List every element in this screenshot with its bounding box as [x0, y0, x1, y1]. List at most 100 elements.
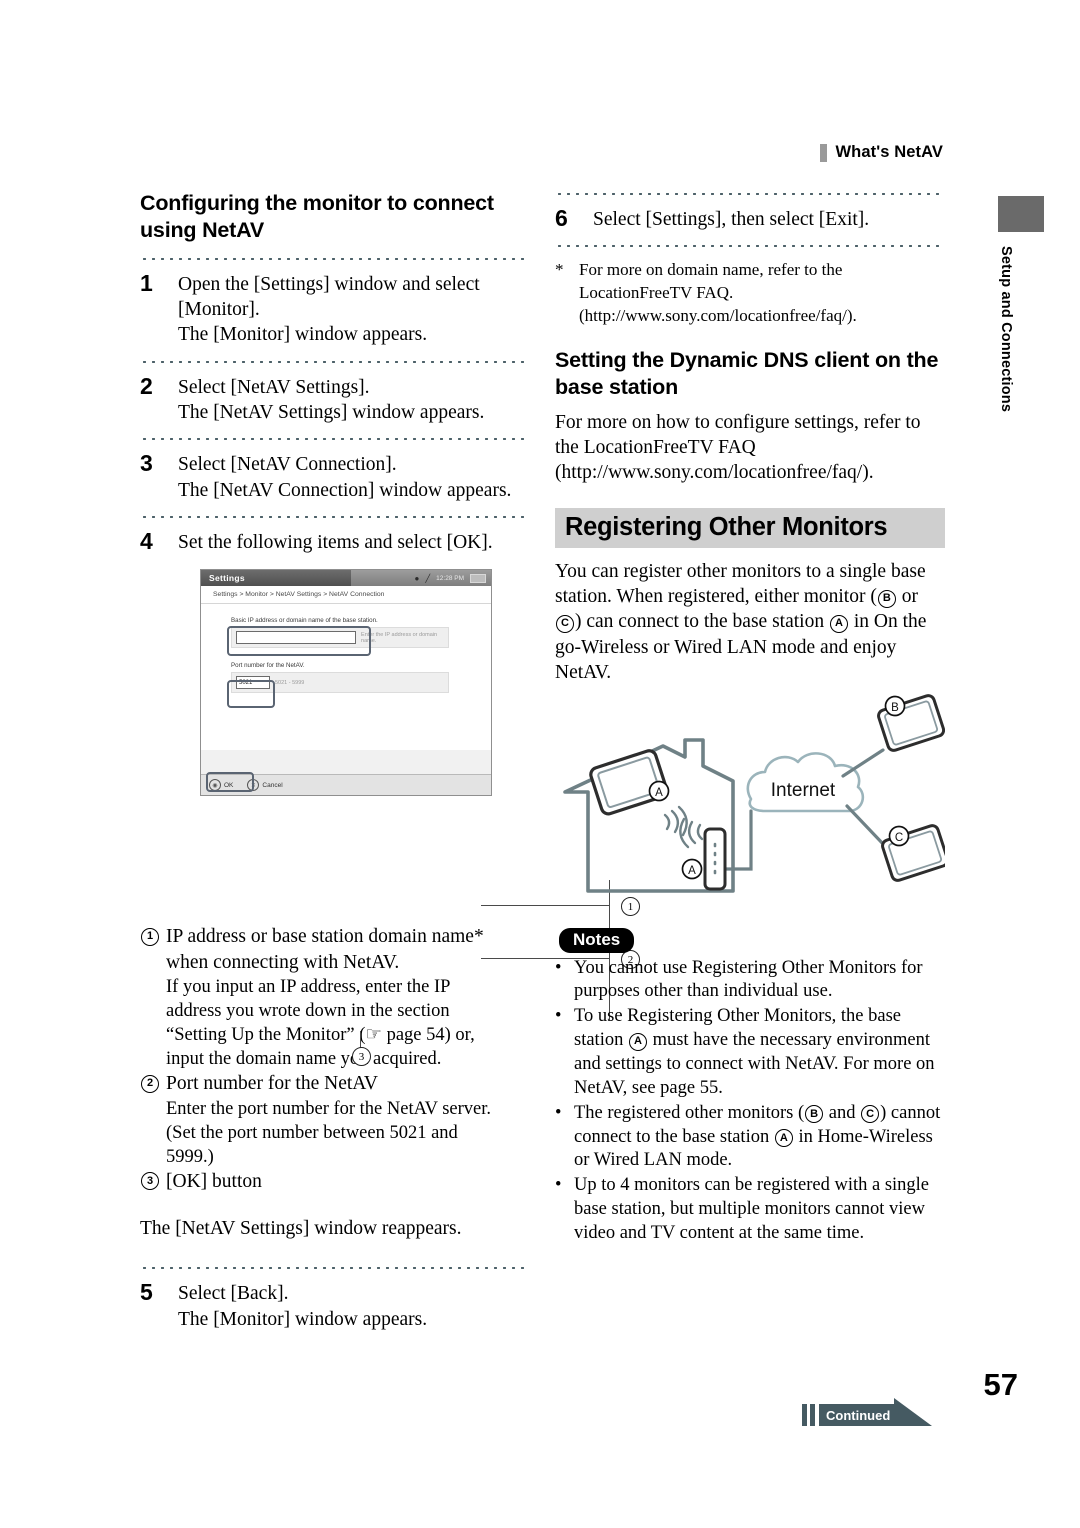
dns-line-1: For more on how to configure settings, r… — [555, 411, 921, 433]
legend-1-sub-4: input the domain name you acquired. — [166, 1049, 442, 1070]
step-1-line-1: Open the [Settings] window and select — [178, 273, 480, 295]
bullet-icon: • — [555, 1102, 562, 1123]
legend-item-1: 1 IP address or base station domain name… — [140, 924, 530, 1071]
screenshot-breadcrumb: Settings > Monitor > NetAV Settings > Ne… — [201, 586, 491, 605]
side-thumb-tab: Setup and Connections — [998, 196, 1052, 412]
legend-2-sub-1: Enter the port number for the NetAV serv… — [166, 1098, 492, 1119]
port-number-input[interactable]: 5021 — [236, 676, 270, 690]
note-item: • You cannot use Registering Other Monit… — [555, 957, 945, 1005]
step-1-body: Open the [Settings] window and select [M… — [178, 270, 480, 348]
intro-line-3: C) can connect to the base station A in … — [555, 609, 945, 634]
note-text: You cannot use Registering Other Monitor… — [574, 957, 923, 1002]
step-3-body: Select [NetAV Connection]. The [NetAV Co… — [178, 450, 511, 503]
step-3-number: 3 — [140, 450, 153, 477]
divider-dots — [140, 360, 530, 363]
step-2-number: 2 — [140, 372, 153, 399]
step-5-number: 5 — [140, 1279, 153, 1306]
legend-2-sub-2: (Set the port number between 5021 and — [166, 1122, 458, 1143]
battery-icon — [470, 573, 486, 583]
diagram-label-a-base: A — [688, 865, 696, 877]
legend-1-sub-1: If you input an IP address, enter the IP — [166, 977, 451, 998]
step-1-number: 1 — [140, 269, 153, 296]
footnote-marker: * — [555, 260, 564, 280]
running-head-label: What's NetAV — [835, 143, 943, 161]
ok-button[interactable]: ◉ OK — [209, 779, 234, 792]
note-item: • To use Registering Other Monitors, the… — [555, 1005, 945, 1100]
cancel-button[interactable]: ✕ Cancel — [247, 779, 283, 792]
legend-marker-1: 1 — [140, 924, 166, 1071]
step-6-line-1: Select [Settings], then select [Exit]. — [593, 209, 870, 230]
dns-line-2: the LocationFreeTV FAQ — [555, 437, 756, 459]
legend-3-line-1: [OK] button — [166, 1170, 262, 1192]
note-text: Up to 4 monitors can be registered with … — [574, 1175, 930, 1243]
step-4-body: Set the following items and select [OK]. — [178, 528, 493, 555]
circled-letter-b: B — [877, 589, 896, 608]
figure-callout-3: 3 — [352, 1031, 392, 1071]
divider-dots — [555, 193, 945, 195]
step-4-number: 4 — [140, 528, 153, 554]
callout-3-line — [360, 1031, 361, 1048]
side-tab-label: Setup and Connections — [998, 246, 1014, 413]
step-5-body: Select [Back]. The [Monitor] window appe… — [178, 1279, 427, 1332]
field-group-port: Port number for the NetAV. 5021 5021 - 5… — [231, 662, 449, 694]
network-diagram: Internet A A B C — [555, 693, 950, 914]
screenshot-title: Settings — [209, 573, 245, 584]
field-group-ip: Basic IP address or domain name of the b… — [231, 617, 449, 649]
divider-dots — [140, 257, 530, 260]
step-3-line-2: The [NetAV Connection] window appears. — [178, 479, 512, 501]
circled-number-2: 2 — [141, 1074, 159, 1093]
network-diagram-svg: Internet A A B C — [563, 693, 950, 893]
legend-1-line-1: IP address or base station domain name* — [166, 926, 484, 948]
step-4: 4 Set the following items and select [OK… — [140, 528, 530, 555]
cancel-button-label: Cancel — [262, 781, 283, 789]
notes-badge: Notes — [559, 927, 635, 953]
page-number: 57 — [983, 1367, 1018, 1402]
settings-window-screenshot: Settings ● ╱ 12:28 PM Settings > Monitor… — [200, 569, 492, 797]
figure-legend-list: 1 IP address or base station domain name… — [140, 924, 530, 1241]
intro-line-2-a: station. When registered, either monitor… — [555, 586, 877, 608]
divider-dots — [555, 245, 945, 248]
legend-text-1: IP address or base station domain name* … — [166, 924, 484, 1071]
close-icon: ✕ — [247, 779, 260, 792]
step-6-body: Select [Settings], then select [Exit]. — [593, 205, 869, 232]
network-icon: ● — [414, 573, 420, 583]
circled-number-1: 1 — [141, 927, 159, 946]
screenshot-status-area: ● ╱ 12:28 PM — [351, 570, 491, 587]
divider-dots — [140, 1267, 530, 1270]
domain-footnote: * For more on domain name, refer to the … — [555, 259, 945, 327]
diagram-label-a-monitor: A — [655, 787, 663, 799]
legend-text-3: [OK] button — [166, 1169, 262, 1194]
link-internet-to-c — [845, 803, 887, 848]
note-item: • The registered other monitors (B and C… — [555, 1102, 945, 1174]
legend-marker-3: 3 — [140, 1169, 166, 1194]
dns-section-heading: Setting the Dynamic DNS client on the ba… — [555, 348, 939, 400]
bullet-icon: • — [555, 957, 562, 978]
legend-2-sub-3: 5999.) — [166, 1146, 214, 1167]
step-3-line-1: Select [NetAV Connection]. — [178, 454, 397, 476]
ip-field-hint: Enter the IP address or domain name. — [361, 631, 438, 644]
ip-field-row: Enter the IP address or domain name. — [231, 627, 449, 649]
internet-label: Internet — [771, 780, 836, 801]
right-column: 6 Select [Settings], then select [Exit].… — [555, 190, 950, 1247]
circled-letter-a: A — [829, 614, 848, 633]
running-head: What's NetAV — [819, 143, 944, 162]
step-2: 2 Select [NetAV Settings]. The [NetAV Se… — [140, 373, 530, 426]
ip-address-input[interactable] — [236, 631, 357, 645]
port-field-row: 5021 5021 - 5999 — [231, 672, 449, 694]
note-part: and — [824, 1102, 861, 1123]
note-item: • Up to 4 monitors can be registered wit… — [555, 1174, 945, 1246]
side-tab-swatch — [998, 196, 1044, 232]
port-field-hint: 5021 - 5999 — [275, 679, 305, 686]
legend-2-line-1: Port number for the NetAV — [166, 1073, 378, 1095]
port-field-label: Port number for the NetAV. — [231, 662, 305, 670]
step-5-line-2: The [Monitor] window appears. — [178, 1308, 428, 1330]
legend-item-3: 3 [OK] button — [140, 1169, 530, 1194]
screenshot-canvas: Basic IP address or domain name of the b… — [201, 604, 491, 751]
circled-letter-a: A — [774, 1129, 793, 1148]
ok-button-label: OK — [224, 781, 234, 789]
ip-field-label: Basic IP address or domain name of the b… — [231, 617, 378, 625]
screenshot-clock: 12:28 PM — [436, 574, 464, 582]
circled-letter-c: C — [861, 1105, 880, 1124]
intro-line-2-c: or — [896, 586, 918, 608]
intro-line-1: You can register other monitors to a sin… — [555, 560, 926, 582]
